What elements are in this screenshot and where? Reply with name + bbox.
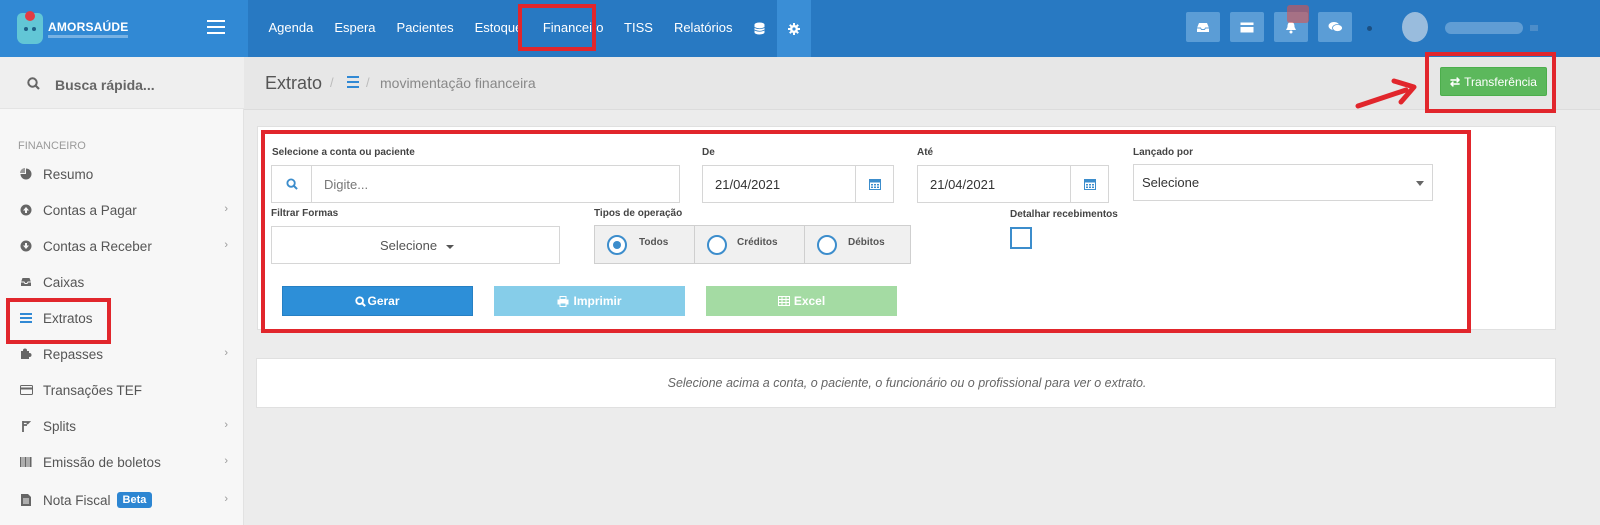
notification-badge [1287,5,1309,23]
chevron-right-icon: › [224,203,228,215]
sidebar-item-caixas[interactable]: Caixas [0,267,244,297]
financeiro-highlight-box [518,4,596,51]
extratos-highlight-box [6,298,111,344]
info-panel: Selecione acima a conta, o paciente, o f… [256,358,1556,408]
top-navbar: AMORSAÚDE Agenda Espera Pacientes Estoqu… [0,0,1600,57]
arrow-down-circle-icon [19,239,33,253]
brand-tagline [48,35,128,38]
database-icon[interactable] [743,0,777,57]
quick-search-label: Busca rápida... [55,77,155,93]
sidebar-item-splits[interactable]: Splits › [0,411,244,441]
chat-icon[interactable] [1318,12,1352,42]
puzzle-icon [19,347,33,361]
credit-card-icon [19,383,33,397]
chevron-right-icon: › [224,419,228,431]
nav-espera[interactable]: Espera [324,0,386,57]
topbar-actions [1186,12,1362,42]
card-icon[interactable] [1230,12,1264,42]
chevron-right-icon: › [224,493,228,505]
logo-icon [17,11,43,44]
user-name-redacted[interactable] [1445,22,1523,34]
breadcrumb-separator: / [366,75,370,90]
menu-toggle-icon[interactable] [207,20,225,34]
nav-agenda[interactable]: Agenda [258,0,324,57]
split-icon [19,419,33,433]
gear-icon[interactable] [776,0,811,57]
arrow-up-circle-icon [19,203,33,217]
pie-chart-icon [19,167,33,181]
list-icon[interactable] [347,76,359,88]
chevron-right-icon: › [224,239,228,251]
sidebar-section-title: FINANCEIRO [18,140,86,152]
sidebar-item-emissao-de-boletos[interactable]: Emissão de boletos › [0,447,244,477]
inbox-icon[interactable] [1186,12,1220,42]
sidebar-item-resumo[interactable]: Resumo [0,159,244,189]
empty-state-message: Selecione acima a conta, o paciente, o f… [667,376,1147,390]
sidebar: Busca rápida... FINANCEIRO Resumo Contas… [0,57,244,525]
chevron-right-icon: › [224,347,228,359]
avatar[interactable] [1402,12,1428,42]
quick-search[interactable]: Busca rápida... [0,57,244,109]
sidebar-item-nota-fiscal[interactable]: Nota Fiscal Beta › [0,485,244,515]
annotation-arrow-icon [1355,78,1417,109]
sidebar-item-contas-a-pagar[interactable]: Contas a Pagar › [0,195,244,225]
brand-name: AMORSAÚDE [48,20,129,34]
page-title: Extrato [265,73,323,93]
nav-pacientes[interactable]: Pacientes [386,0,464,57]
chevron-right-icon: › [224,455,228,467]
breadcrumb: movimentação financeira [380,75,536,91]
nav-tiss[interactable]: TISS [614,0,664,57]
file-icon [19,493,33,507]
search-icon [27,77,40,90]
inbox-icon [19,275,33,289]
breadcrumb-separator: / [330,75,334,90]
beta-badge: Beta [116,492,153,508]
brand-area: AMORSAÚDE [0,0,248,57]
transfer-highlight-box [1425,52,1556,113]
status-dot [1367,26,1372,31]
nav-relatorios[interactable]: Relatórios [663,0,743,57]
sidebar-item-transacoes-tef[interactable]: Transações TEF [0,375,244,405]
filter-highlight-box [261,130,1471,333]
sidebar-item-contas-a-receber[interactable]: Contas a Receber › [0,231,244,261]
barcode-icon [19,455,33,469]
user-menu-chevron-icon[interactable] [1530,25,1538,31]
